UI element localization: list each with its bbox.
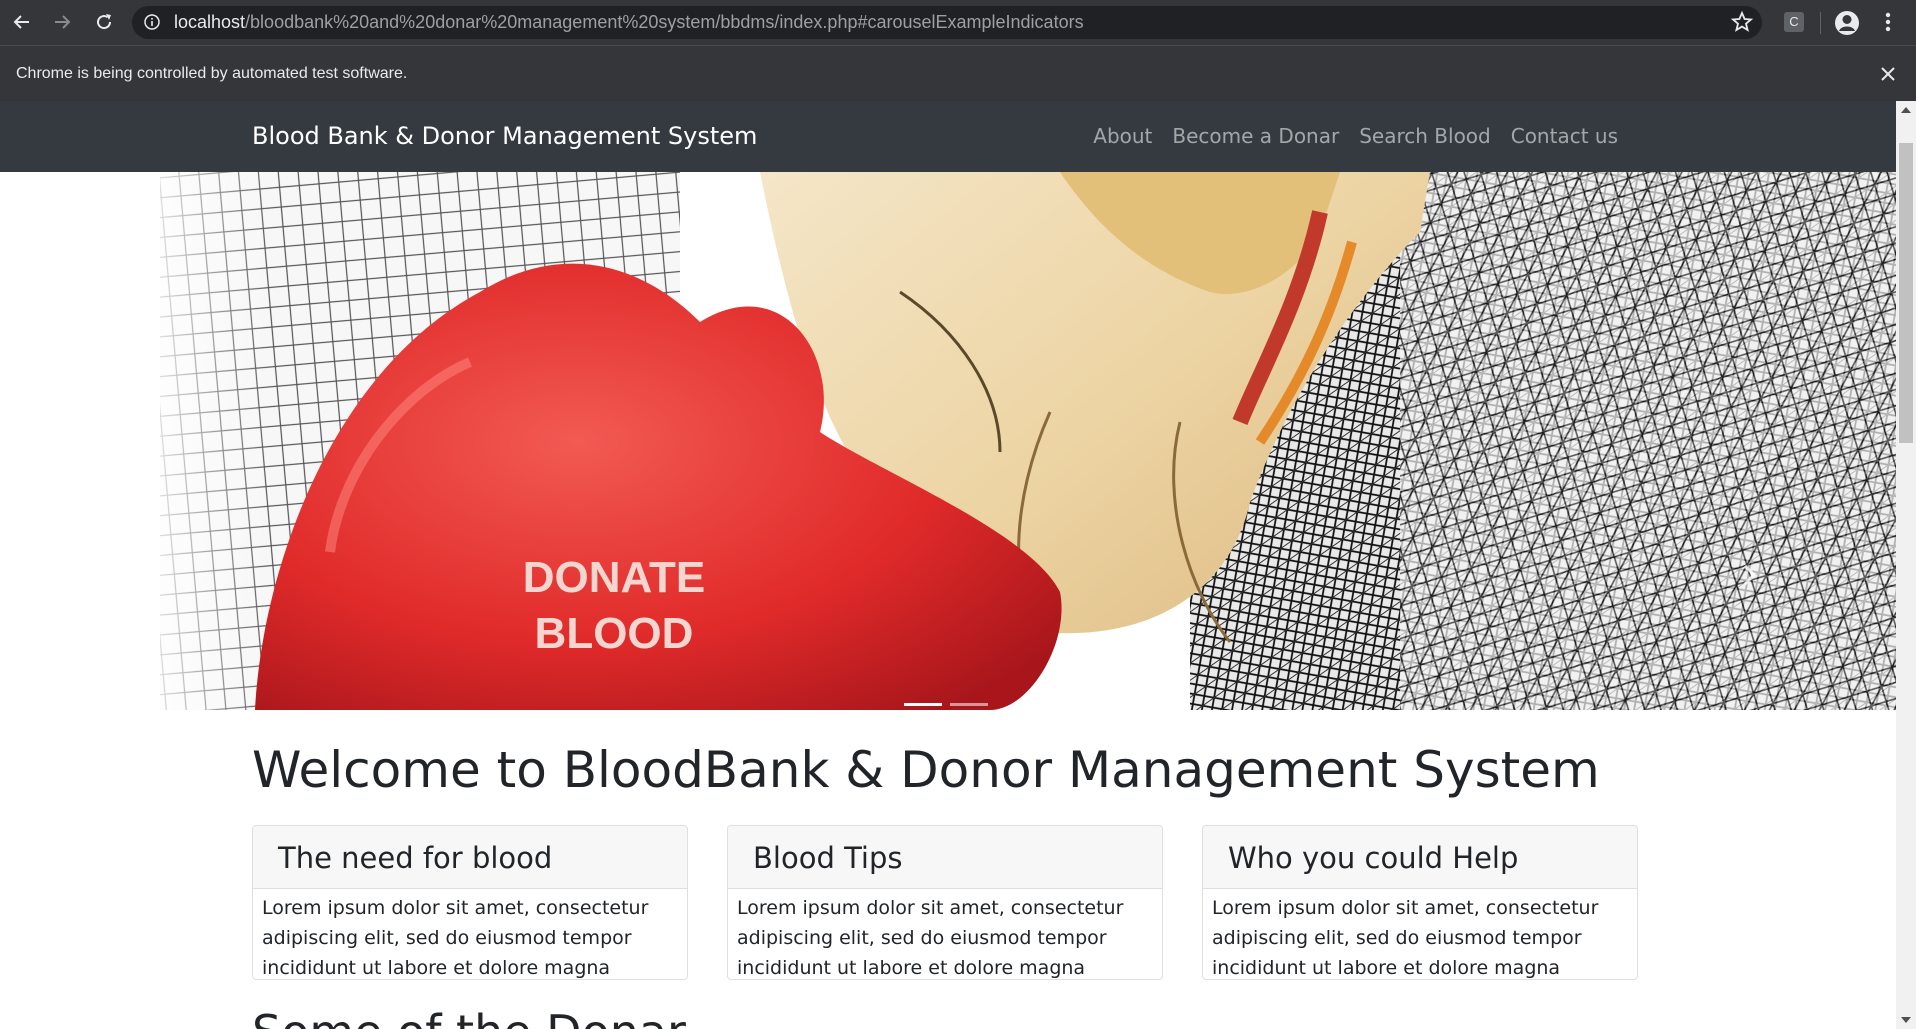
hero-carousel: DONATE BLOOD (0, 172, 1896, 710)
url-text[interactable]: localhost/bloodbank%20and%20donar%20mana… (174, 6, 1084, 39)
card-blood-tips: Blood Tips Lorem ipsum dolor sit amet, c… (727, 825, 1163, 980)
scroll-down-icon[interactable] (1901, 1017, 1911, 1023)
page-viewport: Blood Bank & Donor Management System Abo… (0, 101, 1896, 1029)
carousel-indicator-1[interactable] (904, 703, 942, 706)
carousel-prev-icon[interactable] (150, 560, 180, 590)
forward-button[interactable] (48, 8, 76, 36)
nav-about[interactable]: About (1083, 101, 1162, 172)
welcome-heading: Welcome to BloodBank & Donor Management … (252, 741, 1600, 799)
card-body: Lorem ipsum dolor sit amet, consectetur … (262, 897, 649, 979)
nav-become-donor[interactable]: Become a Donar (1162, 101, 1349, 172)
carousel-indicator-2[interactable] (950, 703, 988, 706)
reload-icon (97, 14, 112, 30)
scrollbar-thumb[interactable] (1899, 143, 1913, 443)
donors-section-heading: Some of the Donar (252, 1005, 686, 1029)
extension-icon[interactable]: C (1784, 12, 1804, 32)
bookmark-star-icon[interactable] (1728, 8, 1756, 36)
toolbar-divider (1820, 12, 1821, 34)
nav-contact-us[interactable]: Contact us (1501, 101, 1628, 172)
carousel-next-icon[interactable] (1734, 560, 1764, 590)
nav-links: About Become a Donar Search Blood Contac… (1083, 101, 1628, 172)
arrow-left-icon (13, 15, 29, 29)
card-title: The need for blood (253, 826, 687, 889)
kebab-menu-icon[interactable] (1876, 8, 1900, 36)
url-path: /bloodbank%20and%20donar%20management%20… (245, 12, 1084, 32)
profile-avatar-icon[interactable] (1832, 8, 1862, 38)
slide-text-line2: BLOOD (535, 609, 694, 658)
reload-button[interactable] (90, 8, 118, 36)
automation-infobar: Chrome is being controlled by automated … (0, 45, 1916, 101)
infobar-message: Chrome is being controlled by automated … (16, 65, 408, 82)
card-who-you-could-help: Who you could Help Lorem ipsum dolor sit… (1202, 825, 1638, 980)
nav-search-blood[interactable]: Search Blood (1349, 101, 1501, 172)
url-host: localhost (174, 12, 246, 32)
site-brand[interactable]: Blood Bank & Donor Management System (252, 101, 757, 172)
slide-text-line1: DONATE (523, 553, 706, 602)
site-navbar: Blood Bank & Donor Management System Abo… (0, 101, 1896, 172)
back-button[interactable] (8, 8, 36, 36)
info-icon[interactable] (144, 14, 160, 30)
card-body: Lorem ipsum dolor sit amet, consectetur … (737, 897, 1124, 979)
scroll-up-icon[interactable] (1901, 107, 1911, 113)
card-need-for-blood: The need for blood Lorem ipsum dolor sit… (252, 825, 688, 980)
address-bar[interactable]: localhost/bloodbank%20and%20donar%20mana… (132, 6, 1762, 39)
close-icon[interactable] (1874, 60, 1902, 88)
browser-toolbar: localhost/bloodbank%20and%20donar%20mana… (0, 0, 1916, 45)
carousel-indicators (904, 703, 988, 706)
arrow-right-icon (55, 15, 71, 29)
card-body: Lorem ipsum dolor sit amet, consectetur … (1212, 897, 1599, 979)
page-scrollbar[interactable] (1896, 101, 1916, 1029)
donate-blood-slide-image: DONATE BLOOD (0, 172, 1896, 710)
card-title: Who you could Help (1203, 826, 1637, 889)
card-title: Blood Tips (728, 826, 1162, 889)
